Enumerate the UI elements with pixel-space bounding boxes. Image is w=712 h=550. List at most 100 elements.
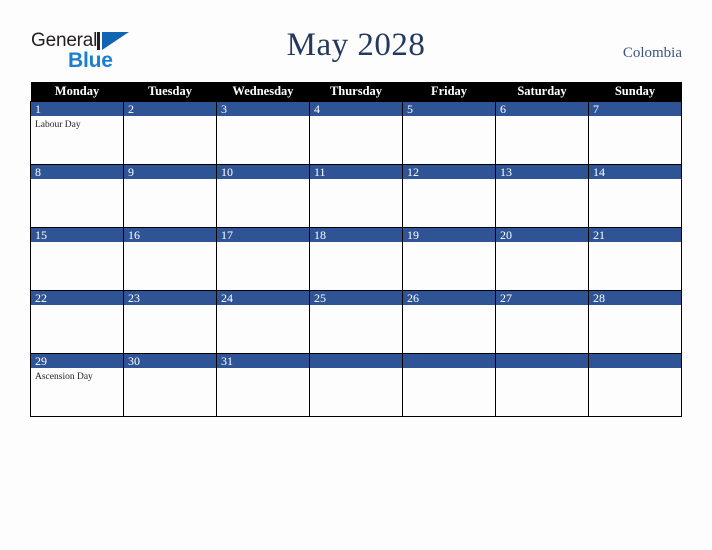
day-events	[124, 242, 216, 245]
calendar-day-cell[interactable]: 29 Ascension Day	[30, 353, 124, 417]
calendar-day-cell[interactable]: 19	[402, 227, 496, 291]
calendar-day-cell[interactable]: 7	[588, 101, 682, 165]
day-events	[403, 179, 495, 182]
day-number: 31	[217, 354, 309, 368]
calendar-day-cell[interactable]: 11	[309, 164, 403, 228]
day-events	[310, 242, 402, 245]
day-events	[310, 305, 402, 308]
calendar-day-cell[interactable]: 3	[216, 101, 310, 165]
day-cell-content: 23	[124, 291, 216, 353]
calendar-day-cell[interactable]: 21	[588, 227, 682, 291]
day-cell-content: 8	[31, 165, 123, 227]
calendar-day-cell[interactable]: 8	[30, 164, 124, 228]
day-number: 24	[217, 291, 309, 305]
day-number: 2	[124, 102, 216, 116]
day-events	[496, 179, 588, 182]
day-number: 7	[589, 102, 681, 116]
day-number: 6	[496, 102, 588, 116]
calendar-day-cell[interactable]: 30	[123, 353, 217, 417]
weekday-header-saturday: Saturday	[495, 82, 589, 102]
day-cell-content: 5	[403, 102, 495, 164]
calendar-day-cell[interactable]: 17	[216, 227, 310, 291]
calendar-day-cell[interactable]: 31	[216, 353, 310, 417]
day-number: 26	[403, 291, 495, 305]
calendar-empty-cell[interactable]	[495, 353, 589, 417]
page-header: General Blue May 2028 Colombia	[0, 0, 712, 80]
calendar-day-cell[interactable]: 14	[588, 164, 682, 228]
calendar-day-cell[interactable]: 10	[216, 164, 310, 228]
calendar-day-cell[interactable]: 25	[309, 290, 403, 354]
calendar-day-cell[interactable]: 27	[495, 290, 589, 354]
day-cell-content: 18	[310, 228, 402, 290]
day-cell-content: 29 Ascension Day	[31, 354, 123, 416]
day-number: 19	[403, 228, 495, 242]
calendar-day-cell[interactable]: 5	[402, 101, 496, 165]
day-events	[403, 368, 495, 371]
day-cell-content: 6	[496, 102, 588, 164]
day-cell-content: 7	[589, 102, 681, 164]
day-number: 22	[31, 291, 123, 305]
day-number: 20	[496, 228, 588, 242]
weekday-header-row: Monday Tuesday Wednesday Thursday Friday Satu…	[30, 82, 682, 102]
day-number: 13	[496, 165, 588, 179]
calendar-empty-cell[interactable]	[588, 353, 682, 417]
calendar-day-cell[interactable]: 18	[309, 227, 403, 291]
day-events	[403, 116, 495, 119]
day-events: Labour Day	[31, 116, 123, 131]
day-events	[217, 242, 309, 245]
day-cell-content: 9	[124, 165, 216, 227]
day-number: 10	[217, 165, 309, 179]
day-events	[31, 179, 123, 182]
day-number: 28	[589, 291, 681, 305]
day-number: 16	[124, 228, 216, 242]
calendar-day-cell[interactable]: 2	[123, 101, 217, 165]
calendar-day-cell[interactable]: 15	[30, 227, 124, 291]
day-cell-content: 12	[403, 165, 495, 227]
calendar-day-cell[interactable]: 24	[216, 290, 310, 354]
day-number: 15	[31, 228, 123, 242]
calendar-body: 1 Labour Day 2 3 4 5 6 7 8 9 10 11 12 13 14 15 16 17 18 19 2…	[30, 101, 682, 417]
day-events	[496, 368, 588, 371]
day-cell-content: 19	[403, 228, 495, 290]
calendar-day-cell[interactable]: 4	[309, 101, 403, 165]
calendar-day-cell[interactable]: 20	[495, 227, 589, 291]
calendar-day-cell[interactable]: 1 Labour Day	[30, 101, 124, 165]
day-cell-content: 2	[124, 102, 216, 164]
calendar-day-cell[interactable]: 9	[123, 164, 217, 228]
calendar-day-cell[interactable]: 16	[123, 227, 217, 291]
calendar-day-cell[interactable]: 6	[495, 101, 589, 165]
day-number: 4	[310, 102, 402, 116]
day-events	[31, 305, 123, 308]
day-events	[589, 242, 681, 245]
day-cell-content: 25	[310, 291, 402, 353]
day-cell-content: 17	[217, 228, 309, 290]
day-number: 18	[310, 228, 402, 242]
day-events	[124, 305, 216, 308]
day-number: 23	[124, 291, 216, 305]
calendar-week-row: 8 9 10 11 12 13 14	[30, 164, 682, 228]
day-cell-content: 28	[589, 291, 681, 353]
day-cell-content: 21	[589, 228, 681, 290]
day-events	[589, 179, 681, 182]
calendar-empty-cell[interactable]	[309, 353, 403, 417]
day-events	[310, 368, 402, 371]
day-number: 30	[124, 354, 216, 368]
calendar-day-cell[interactable]: 23	[123, 290, 217, 354]
calendar-week-row: 29 Ascension Day 30 31	[30, 353, 682, 417]
calendar-header-row: Monday Tuesday Wednesday Thursday Friday Satu…	[30, 82, 682, 102]
day-events	[217, 305, 309, 308]
weekday-header-sunday: Sunday	[588, 82, 682, 102]
day-events	[310, 179, 402, 182]
calendar-empty-cell[interactable]	[402, 353, 496, 417]
day-events	[124, 179, 216, 182]
calendar-day-cell[interactable]: 13	[495, 164, 589, 228]
calendar-day-cell[interactable]: 22	[30, 290, 124, 354]
day-events	[496, 305, 588, 308]
calendar-day-cell[interactable]: 12	[402, 164, 496, 228]
day-number: 17	[217, 228, 309, 242]
weekday-header-wednesday: Wednesday	[216, 82, 310, 102]
day-events	[124, 368, 216, 371]
calendar-day-cell[interactable]: 28	[588, 290, 682, 354]
calendar-day-cell[interactable]: 26	[402, 290, 496, 354]
day-cell-content: 16	[124, 228, 216, 290]
